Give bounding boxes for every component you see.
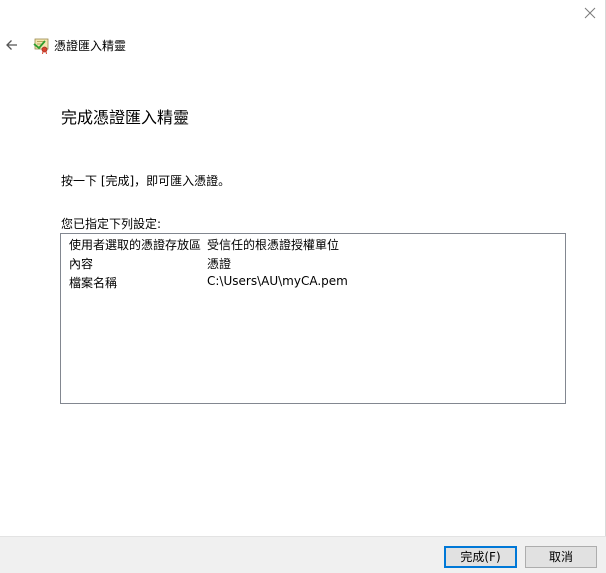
back-arrow-icon	[6, 40, 17, 50]
back-button[interactable]	[3, 36, 21, 54]
settings-row-content: 內容 憑證	[69, 255, 559, 273]
finish-button[interactable]: 完成(F)	[444, 546, 517, 568]
settings-value: C:\Users\AU\myCA.pem	[207, 274, 348, 288]
close-icon	[584, 7, 596, 19]
wizard-footer: 完成(F) 取消	[0, 536, 606, 573]
settings-value: 憑證	[207, 257, 232, 271]
settings-row-store: 使用者選取的憑證存放區 受信任的根憑證授權單位	[69, 236, 559, 254]
certificate-wizard-icon	[32, 36, 50, 55]
settings-key: 內容	[69, 257, 94, 271]
close-button[interactable]	[581, 4, 599, 22]
page-title: 完成憑證匯入精靈	[61, 108, 190, 127]
settings-label: 您已指定下列設定:	[61, 217, 162, 231]
wizard-title: 憑證匯入精靈	[54, 39, 127, 53]
cancel-button[interactable]: 取消	[525, 546, 597, 568]
settings-value: 受信任的根憑證授權單位	[207, 238, 340, 252]
wizard-header: 憑證匯入精靈	[0, 32, 605, 58]
instruction-text: 按一下 [完成]，即可匯入憑證。	[61, 174, 231, 188]
settings-key: 檔案名稱	[69, 276, 118, 290]
settings-key: 使用者選取的憑證存放區	[69, 238, 202, 252]
settings-list[interactable]: 使用者選取的憑證存放區 受信任的根憑證授權單位 內容 憑證 檔案名稱 C:\Us…	[60, 233, 566, 404]
certificate-import-wizard-window: 憑證匯入精靈 完成憑證匯入精靈 按一下 [完成]，即可匯入憑證。 您已指定下列設…	[0, 0, 606, 573]
settings-row-filename: 檔案名稱 C:\Users\AU\myCA.pem	[69, 274, 559, 292]
